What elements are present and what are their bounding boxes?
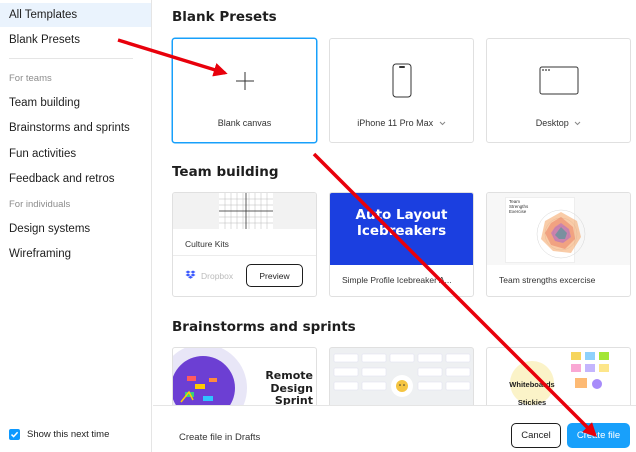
section-title-team-building: Team building bbox=[172, 164, 279, 180]
sidebar-item-blank-presets[interactable]: Blank Presets bbox=[0, 28, 151, 52]
card-iphone-preset[interactable]: iPhone 11 Pro Max bbox=[329, 38, 474, 143]
chevron-down-icon[interactable] bbox=[439, 121, 446, 126]
sticky-board-illustration bbox=[333, 353, 471, 397]
card-label: Desktop bbox=[487, 118, 630, 128]
create-file-button[interactable]: Create file bbox=[567, 423, 630, 448]
team-strengths-thumbnail: Team Strengths Exercise bbox=[487, 193, 630, 265]
banner-line: Remote bbox=[265, 369, 313, 382]
card-blank-canvas[interactable]: Blank canvas bbox=[172, 38, 317, 143]
banner-line: Icebreakers bbox=[356, 223, 447, 239]
phone-icon bbox=[392, 63, 412, 98]
card-label-text: iPhone 11 Pro Max bbox=[357, 118, 434, 128]
card-desktop-preset[interactable]: Desktop bbox=[486, 38, 631, 143]
preview-button[interactable]: Preview bbox=[246, 264, 303, 287]
sidebar-item-fun-activities[interactable]: Fun activities bbox=[0, 142, 151, 166]
section-title-brainstorms: Brainstorms and sprints bbox=[172, 319, 356, 335]
checkmark-icon bbox=[10, 431, 19, 438]
sidebar-item-wireframing[interactable]: Wireframing bbox=[0, 242, 151, 266]
dialog-footer: Create file in Drafts Cancel Create file bbox=[153, 405, 636, 452]
banner-line: Auto Layout bbox=[355, 207, 448, 223]
card-label: Blank canvas bbox=[217, 118, 272, 128]
card-label: Culture Kits bbox=[185, 239, 229, 249]
card-label: Team strengths excercise bbox=[499, 275, 596, 285]
card-source-label: Dropbox bbox=[201, 271, 234, 281]
show-next-time-toggle[interactable]: Show this next time bbox=[9, 429, 109, 440]
sidebar-item-brainstorms[interactable]: Brainstorms and sprints bbox=[0, 116, 151, 140]
desktop-icon bbox=[539, 66, 579, 95]
culture-kits-thumbnail bbox=[173, 193, 316, 229]
card-label: Simple Profile Icebreaker A... bbox=[342, 275, 452, 285]
card-divider bbox=[173, 255, 316, 256]
sidebar-section-teams: For teams bbox=[9, 73, 52, 84]
grid-sheet-image bbox=[219, 193, 273, 229]
show-next-checkbox[interactable] bbox=[9, 429, 20, 440]
icebreaker-banner-text: Auto Layout Icebreakers bbox=[330, 207, 473, 239]
card-label: iPhone 11 Pro Max bbox=[330, 118, 473, 128]
template-gallery: Blank Presets Blank canvas iPhone 11 Pro… bbox=[153, 0, 636, 405]
radar-chart-image bbox=[536, 209, 586, 259]
card-culture-kits[interactable]: Culture Kits Dropbox Preview bbox=[172, 192, 317, 297]
whiteboard-banner: Whiteboards Stickies bbox=[497, 376, 567, 405]
chevron-down-icon[interactable] bbox=[574, 121, 581, 126]
design-sprint-banner: Remote Design Sprint bbox=[253, 369, 313, 405]
sidebar-item-design-systems[interactable]: Design systems bbox=[0, 217, 151, 241]
section-title-blank-presets: Blank Presets bbox=[172, 9, 277, 25]
banner-line: Whiteboards bbox=[509, 380, 555, 389]
show-next-label: Show this next time bbox=[27, 429, 110, 440]
sidebar-divider bbox=[9, 58, 133, 59]
sidebar-item-feedback-retros[interactable]: Feedback and retros bbox=[0, 167, 151, 191]
card-whiteboards[interactable]: Whiteboards Stickies bbox=[486, 347, 631, 405]
banner-line: Stickies bbox=[517, 398, 547, 405]
create-in-drafts-label: Create file in Drafts bbox=[179, 432, 261, 443]
card-remote-design-sprint[interactable]: Remote Design Sprint bbox=[172, 347, 317, 405]
sidebar-item-team-building[interactable]: Team building bbox=[0, 91, 151, 115]
dropbox-icon bbox=[185, 270, 196, 279]
sidebar-section-individuals: For individuals bbox=[9, 199, 71, 210]
icebreaker-thumbnail: Auto Layout Icebreakers bbox=[330, 193, 473, 265]
sidebar-item-all-templates[interactable]: All Templates bbox=[0, 3, 151, 27]
card-brainstorm-board[interactable] bbox=[329, 347, 474, 405]
sidebar: All Templates Blank Presets For teams Te… bbox=[0, 0, 152, 452]
plus-icon bbox=[236, 72, 254, 90]
card-label-text: Desktop bbox=[535, 118, 569, 128]
banner-line: Sprint bbox=[274, 394, 313, 405]
card-team-strengths[interactable]: Team Strengths Exercise Team strengths e… bbox=[486, 192, 631, 297]
cancel-button[interactable]: Cancel bbox=[511, 423, 561, 448]
card-profile-icebreaker[interactable]: Auto Layout Icebreakers Simple Profile I… bbox=[329, 192, 474, 297]
